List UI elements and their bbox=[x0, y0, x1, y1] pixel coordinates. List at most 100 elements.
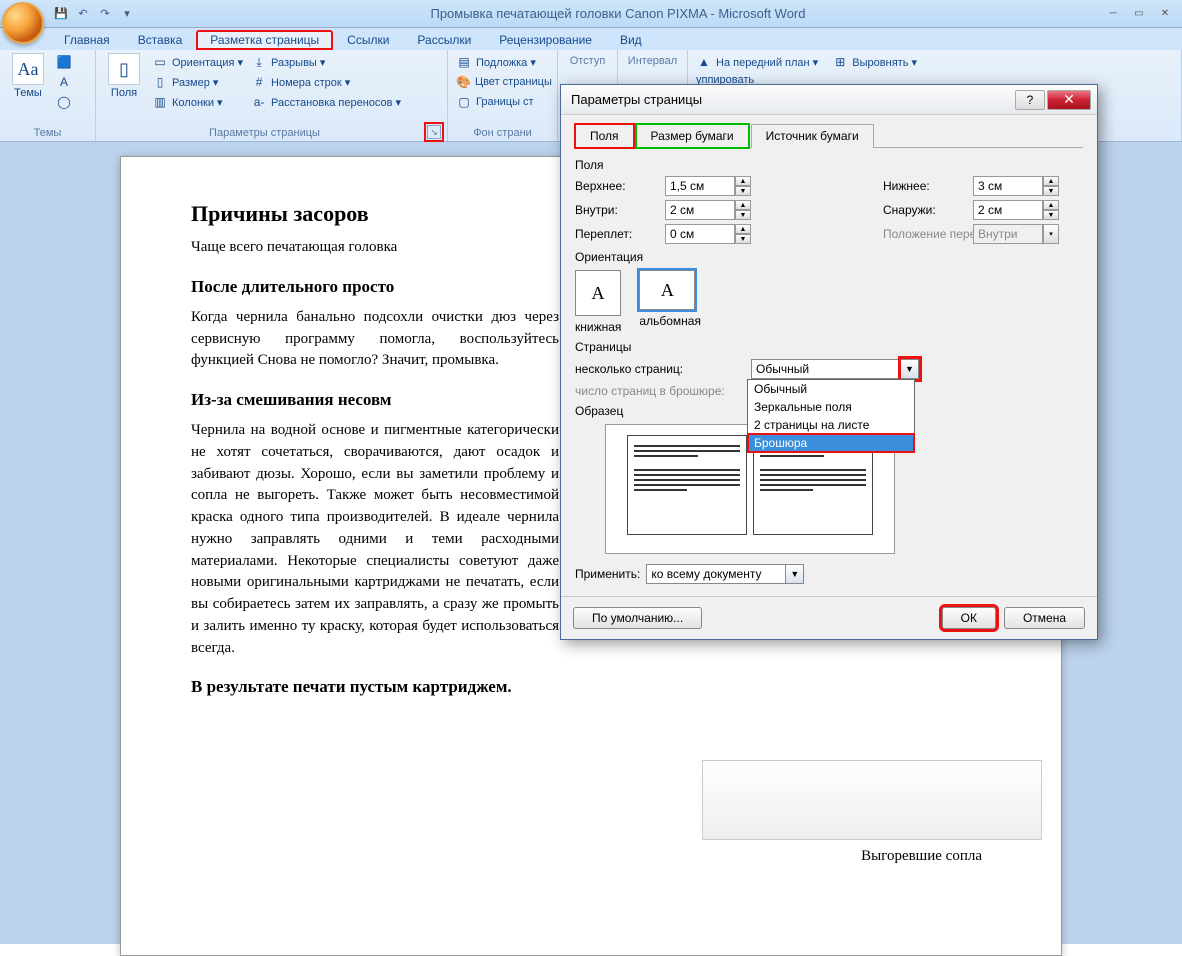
dialog-help-button[interactable]: ? bbox=[1015, 90, 1045, 110]
group-indent-label: Отступ bbox=[564, 53, 611, 67]
margins-button[interactable]: ▯ Поля bbox=[102, 53, 146, 111]
breaks-icon: ⤓ bbox=[251, 54, 267, 70]
gutter-pos-label: Положение переплета: bbox=[883, 227, 963, 241]
watermark-icon: ▤ bbox=[456, 54, 472, 70]
page-borders-button[interactable]: ▢Границы ст bbox=[454, 93, 551, 111]
default-button[interactable]: По умолчанию... bbox=[573, 607, 702, 629]
dropdown-opt-mirror[interactable]: Зеркальные поля bbox=[748, 398, 914, 416]
gutter-label: Переплет: bbox=[575, 227, 655, 241]
outside-margin-input[interactable]: ▲▼ bbox=[973, 200, 1083, 220]
landscape-option[interactable]: A альбомная bbox=[639, 270, 701, 334]
ok-button[interactable]: ОК bbox=[942, 607, 996, 629]
bring-front-button[interactable]: ▲На передний план ▾ ⊞Выровнять ▾ bbox=[694, 53, 1175, 71]
dropdown-opt-booklet[interactable]: Брошюра bbox=[748, 434, 914, 452]
combo-arrow-icon[interactable]: ▼ bbox=[901, 359, 919, 379]
linenum-icon: # bbox=[251, 74, 267, 90]
dialog-tab-paper[interactable]: Размер бумаги bbox=[636, 124, 749, 148]
page-setup-dialog: Параметры страницы ? ✕ Поля Размер бумаг… bbox=[560, 84, 1098, 640]
outside-margin-label: Снаружи: bbox=[883, 203, 963, 217]
save-icon[interactable]: 💾 bbox=[52, 5, 70, 23]
tab-mailings[interactable]: Рассылки bbox=[403, 30, 485, 50]
portrait-option[interactable]: A книжная bbox=[575, 270, 621, 334]
landscape-icon: A bbox=[639, 270, 695, 310]
margins-label: Поля bbox=[111, 87, 137, 99]
apply-to-label: Применить: bbox=[575, 567, 640, 581]
top-margin-label: Верхнее: bbox=[575, 179, 655, 193]
multi-pages-combo[interactable]: Обычный ▼ bbox=[751, 359, 919, 379]
theme-effects-button[interactable]: ◯ bbox=[54, 93, 74, 111]
size-icon: ▯ bbox=[152, 74, 168, 90]
spin-down-icon[interactable]: ▼ bbox=[735, 186, 751, 196]
gutter-pos-select[interactable]: ▾ bbox=[973, 224, 1083, 244]
tab-review[interactable]: Рецензирование bbox=[485, 30, 606, 50]
quick-access-toolbar: 💾 ↶ ↷ ▾ bbox=[52, 5, 136, 23]
hyphenation-button[interactable]: a-Расстановка переносов ▾ bbox=[249, 93, 403, 111]
fields-section-label: Поля bbox=[575, 158, 1083, 172]
align-icon: ⊞ bbox=[832, 54, 848, 70]
undo-icon[interactable]: ↶ bbox=[74, 5, 92, 23]
office-button[interactable] bbox=[2, 2, 44, 44]
chevron-down-icon[interactable]: ▼ bbox=[786, 564, 804, 584]
columns-button[interactable]: ▥Колонки ▾ bbox=[150, 93, 245, 111]
multi-pages-dropdown: Обычный Зеркальные поля 2 страницы на ли… bbox=[747, 379, 915, 453]
inside-margin-input[interactable]: ▲▼ bbox=[665, 200, 775, 220]
minimize-button[interactable]: ─ bbox=[1100, 5, 1126, 23]
spin-up-icon[interactable]: ▲ bbox=[735, 176, 751, 186]
redo-icon[interactable]: ↷ bbox=[96, 5, 114, 23]
tab-links[interactable]: Ссылки bbox=[333, 30, 403, 50]
doc-p2: Когда чернила банально подсохли очистки … bbox=[191, 307, 559, 372]
tab-view[interactable]: Вид bbox=[606, 30, 656, 50]
hyphen-icon: a- bbox=[251, 94, 267, 110]
size-button[interactable]: ▯Размер ▾ bbox=[150, 73, 245, 91]
group-spacing-label: Интервал bbox=[624, 53, 681, 67]
fonts-icon: A bbox=[56, 74, 72, 90]
inside-margin-label: Внутри: bbox=[575, 203, 655, 217]
breaks-button[interactable]: ⤓Разрывы ▾ bbox=[249, 53, 403, 71]
tab-insert[interactable]: Вставка bbox=[124, 30, 197, 50]
tab-home[interactable]: Главная bbox=[50, 30, 124, 50]
pagecolor-icon: 🎨 bbox=[456, 74, 471, 90]
orientation-section-label: Ориентация bbox=[575, 250, 1083, 264]
preview-left-page bbox=[627, 435, 747, 535]
close-button[interactable]: ✕ bbox=[1152, 5, 1178, 23]
page-setup-launcher[interactable]: ↘ bbox=[427, 125, 441, 139]
bottom-margin-label: Нижнее: bbox=[883, 179, 963, 193]
theme-colors-button[interactable]: 🟦 bbox=[54, 53, 74, 71]
group-page-bg-label: Фон страни bbox=[454, 125, 551, 139]
dialog-tabs: Поля Размер бумаги Источник бумаги bbox=[575, 123, 1083, 148]
watermark-button[interactable]: ▤Подложка ▾ bbox=[454, 53, 551, 71]
doc-p3: Чернила на водной основе и пигментные ка… bbox=[191, 420, 559, 659]
dialog-titlebar[interactable]: Параметры страницы ? ✕ bbox=[561, 85, 1097, 115]
dropdown-opt-2pages[interactable]: 2 страницы на листе bbox=[748, 416, 914, 434]
bottom-margin-input[interactable]: ▲▼ bbox=[973, 176, 1083, 196]
dialog-close-button[interactable]: ✕ bbox=[1047, 90, 1091, 110]
theme-fonts-button[interactable]: A bbox=[54, 73, 74, 91]
margins-icon: ▯ bbox=[108, 53, 140, 85]
qat-more-icon[interactable]: ▾ bbox=[118, 5, 136, 23]
front-icon: ▲ bbox=[696, 54, 712, 70]
image-placeholder bbox=[702, 760, 1042, 840]
line-numbers-button[interactable]: #Номера строк ▾ bbox=[249, 73, 403, 91]
dialog-tab-source[interactable]: Источник бумаги bbox=[751, 124, 874, 148]
page-color-button[interactable]: 🎨Цвет страницы bbox=[454, 73, 551, 91]
cancel-button[interactable]: Отмена bbox=[1004, 607, 1085, 629]
orientation-icon: ▭ bbox=[152, 54, 168, 70]
pages-section-label: Страницы bbox=[575, 340, 1083, 354]
apply-to-combo[interactable]: ко всему документу ▼ bbox=[646, 564, 804, 584]
tab-page-layout[interactable]: Разметка страницы bbox=[196, 30, 333, 50]
dialog-title: Параметры страницы bbox=[571, 92, 1013, 107]
effects-icon: ◯ bbox=[56, 94, 72, 110]
titlebar: 💾 ↶ ↷ ▾ Промывка печатающей головки Cano… bbox=[0, 0, 1182, 28]
group-page-setup-label: Параметры страницы bbox=[102, 125, 427, 139]
top-margin-input[interactable]: ▲▼ bbox=[665, 176, 775, 196]
multi-pages-label: несколько страниц: bbox=[575, 362, 745, 376]
borders-icon: ▢ bbox=[456, 94, 472, 110]
dropdown-opt-normal[interactable]: Обычный bbox=[748, 380, 914, 398]
orientation-button[interactable]: ▭Ориентация ▾ bbox=[150, 53, 245, 71]
dialog-tab-fields[interactable]: Поля bbox=[575, 124, 634, 148]
gutter-input[interactable]: ▲▼ bbox=[665, 224, 775, 244]
maximize-button[interactable]: ▭ bbox=[1126, 5, 1152, 23]
window-title: Промывка печатающей головки Canon PIXMA … bbox=[136, 6, 1100, 21]
themes-button[interactable]: Aa Темы bbox=[6, 53, 50, 111]
portrait-icon: A bbox=[575, 270, 621, 316]
